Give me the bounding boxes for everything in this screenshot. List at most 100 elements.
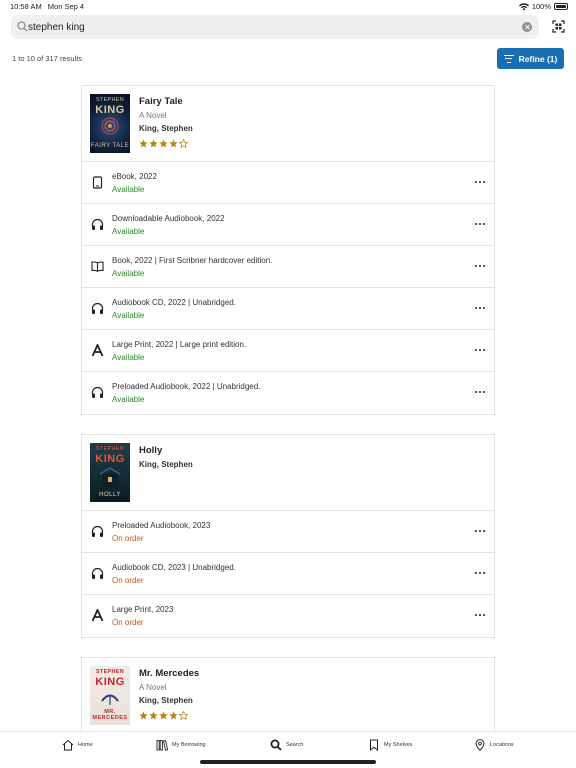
format-row[interactable]: Large Print, 2023 On order [82,595,494,637]
rating-stars [139,139,193,148]
book-subtitle: A Novel [139,683,167,692]
results-count: 1 to 10 of 317 results [12,54,83,63]
barcode-scan-icon[interactable] [552,20,565,33]
more-options-button[interactable] [475,572,485,576]
cover-art [101,694,119,705]
battery-percent: 100% [531,2,551,11]
nav-label: Home [78,742,93,748]
book-header[interactable]: STEPHEN KING MR. MERCEDES Mr. Mercedes A… [82,658,494,733]
cover-art [99,467,121,487]
star-filled-icon [149,711,158,720]
book-card: STEPHEN KING FAIRY TALE Fairy Tale A Nov… [81,85,495,415]
format-label: Preloaded Audiobook, 2023 [112,521,211,530]
availability-status: Available [112,269,145,278]
rating-stars [139,711,199,720]
home-icon [62,739,74,751]
status-right: 100% [518,2,568,11]
nav-label: Locations [490,742,514,748]
more-options-button[interactable] [475,265,485,269]
format-row[interactable]: Downloadable Audiobook, 2022 Available [82,204,494,246]
location-pin-icon [475,739,485,751]
more-options-button[interactable] [475,614,485,618]
headphones-icon [91,386,104,398]
book-cover[interactable]: STEPHEN KING HOLLY [90,443,130,502]
availability-status: Available [112,185,145,194]
nav-my-borrowing[interactable]: My Borrowing [156,739,206,751]
availability-status: Available [112,395,145,404]
book-card: STEPHEN KING MR. MERCEDES Mr. Mercedes A… [81,657,495,734]
book-author[interactable]: King, Stephen [139,459,193,471]
search-bar[interactable] [11,15,539,39]
format-row[interactable]: Large Print, 2022 | Large print edition.… [82,330,494,372]
star-filled-icon [139,711,148,720]
book-author[interactable]: King, Stephen [139,695,199,707]
star-filled-icon [169,711,178,720]
format-row[interactable]: Preloaded Audiobook, 2023 On order [82,511,494,553]
format-label: Preloaded Audiobook, 2022 | Unabridged. [112,382,261,391]
status-left: 10:58 AM Mon Sep 4 [10,2,88,11]
availability-status: Available [112,353,145,362]
format-row[interactable]: Book, 2022 | First Scribner hardcover ed… [82,246,494,288]
star-empty-icon [179,139,188,148]
availability-status: Available [112,227,145,236]
cover-art [101,117,119,135]
format-label: Downloadable Audiobook, 2022 [112,214,225,223]
book-title[interactable]: Mr. Mercedes [139,667,199,680]
bookmark-icon [370,739,378,751]
status-date: Mon Sep 4 [47,2,85,11]
format-row[interactable]: eBook, 2022 Available [82,162,494,204]
nav-label: My Shelves [384,742,413,748]
refine-label: Refine (1) [518,53,558,64]
wifi-icon [518,2,529,10]
availability-status: On order [112,534,144,543]
headphones-icon [91,567,104,579]
format-row[interactable]: Audiobook CD, 2022 | Unabridged. Availab… [82,288,494,330]
status-bar: 10:58 AM Mon Sep 4 100% [0,0,576,13]
results-list: STEPHEN KING FAIRY TALE Fairy Tale A Nov… [81,85,495,753]
large-print-icon [91,609,104,622]
format-row[interactable]: Audiobook CD, 2023 | Unabridged. On orde… [82,553,494,595]
tablet-icon [92,176,103,189]
star-filled-icon [159,711,168,720]
more-options-button[interactable] [475,530,485,534]
books-icon [156,740,168,751]
book-author[interactable]: King, Stephen [139,123,193,135]
format-row[interactable]: Preloaded Audiobook, 2022 | Unabridged. … [82,372,494,414]
format-label: Large Print, 2022 | Large print edition. [112,340,247,349]
availability-status: On order [112,618,144,627]
search-icon [17,21,28,32]
availability-status: Available [112,311,145,320]
star-filled-icon [149,139,158,148]
nav-search[interactable]: Search [270,739,303,751]
format-label: Audiobook CD, 2023 | Unabridged. [112,563,236,572]
star-filled-icon [159,139,168,148]
more-options-button[interactable] [475,391,485,395]
nav-label: Search [286,742,304,748]
nav-home[interactable]: Home [62,739,93,751]
home-indicator[interactable] [200,760,376,764]
book-cover[interactable]: STEPHEN KING MR. MERCEDES [90,666,130,725]
book-title[interactable]: Holly [139,444,193,457]
book-cover[interactable]: STEPHEN KING FAIRY TALE [90,94,130,153]
book-title[interactable]: Fairy Tale [139,95,193,108]
book-header[interactable]: STEPHEN KING FAIRY TALE Fairy Tale A Nov… [82,86,494,162]
more-options-button[interactable] [475,307,485,311]
book-header[interactable]: STEPHEN KING HOLLY Holly King, Stephen [82,435,494,511]
nav-label: My Borrowing [172,742,206,748]
book-info: Mr. Mercedes A Novel King, Stephen [139,666,199,725]
more-options-button[interactable] [475,181,485,185]
filter-icon [503,54,514,63]
headphones-icon [91,218,104,230]
more-options-button[interactable] [475,349,485,353]
nav-my-shelves[interactable]: My Shelves [368,739,412,751]
clear-search-icon[interactable] [522,22,532,32]
refine-button[interactable]: Refine (1) [497,48,564,69]
star-empty-icon [179,711,188,720]
nav-locations[interactable]: Locations [474,739,514,751]
more-options-button[interactable] [475,223,485,227]
search-input[interactable] [28,15,518,39]
headphones-icon [91,302,104,314]
star-filled-icon [139,139,148,148]
book-info: Fairy Tale A Novel King, Stephen [139,94,193,153]
battery-icon [554,3,568,10]
